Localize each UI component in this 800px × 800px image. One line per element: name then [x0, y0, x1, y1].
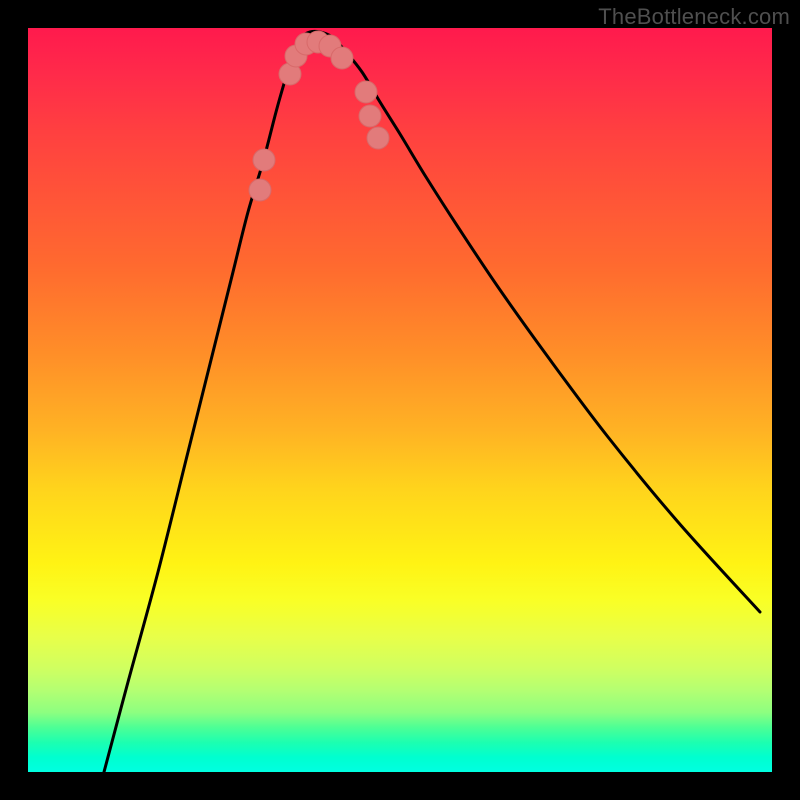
curve-marker — [331, 47, 353, 69]
chart-plot-area — [28, 28, 772, 772]
curve-marker — [367, 127, 389, 149]
chart-frame: TheBottleneck.com — [0, 0, 800, 800]
curve-marker — [249, 179, 271, 201]
chart-svg — [28, 28, 772, 772]
curve-marker — [359, 105, 381, 127]
curve-marker — [253, 149, 275, 171]
watermark-text: TheBottleneck.com — [598, 4, 790, 30]
curve-markers — [249, 31, 389, 201]
bottleneck-curve — [104, 31, 760, 772]
curve-marker — [355, 81, 377, 103]
